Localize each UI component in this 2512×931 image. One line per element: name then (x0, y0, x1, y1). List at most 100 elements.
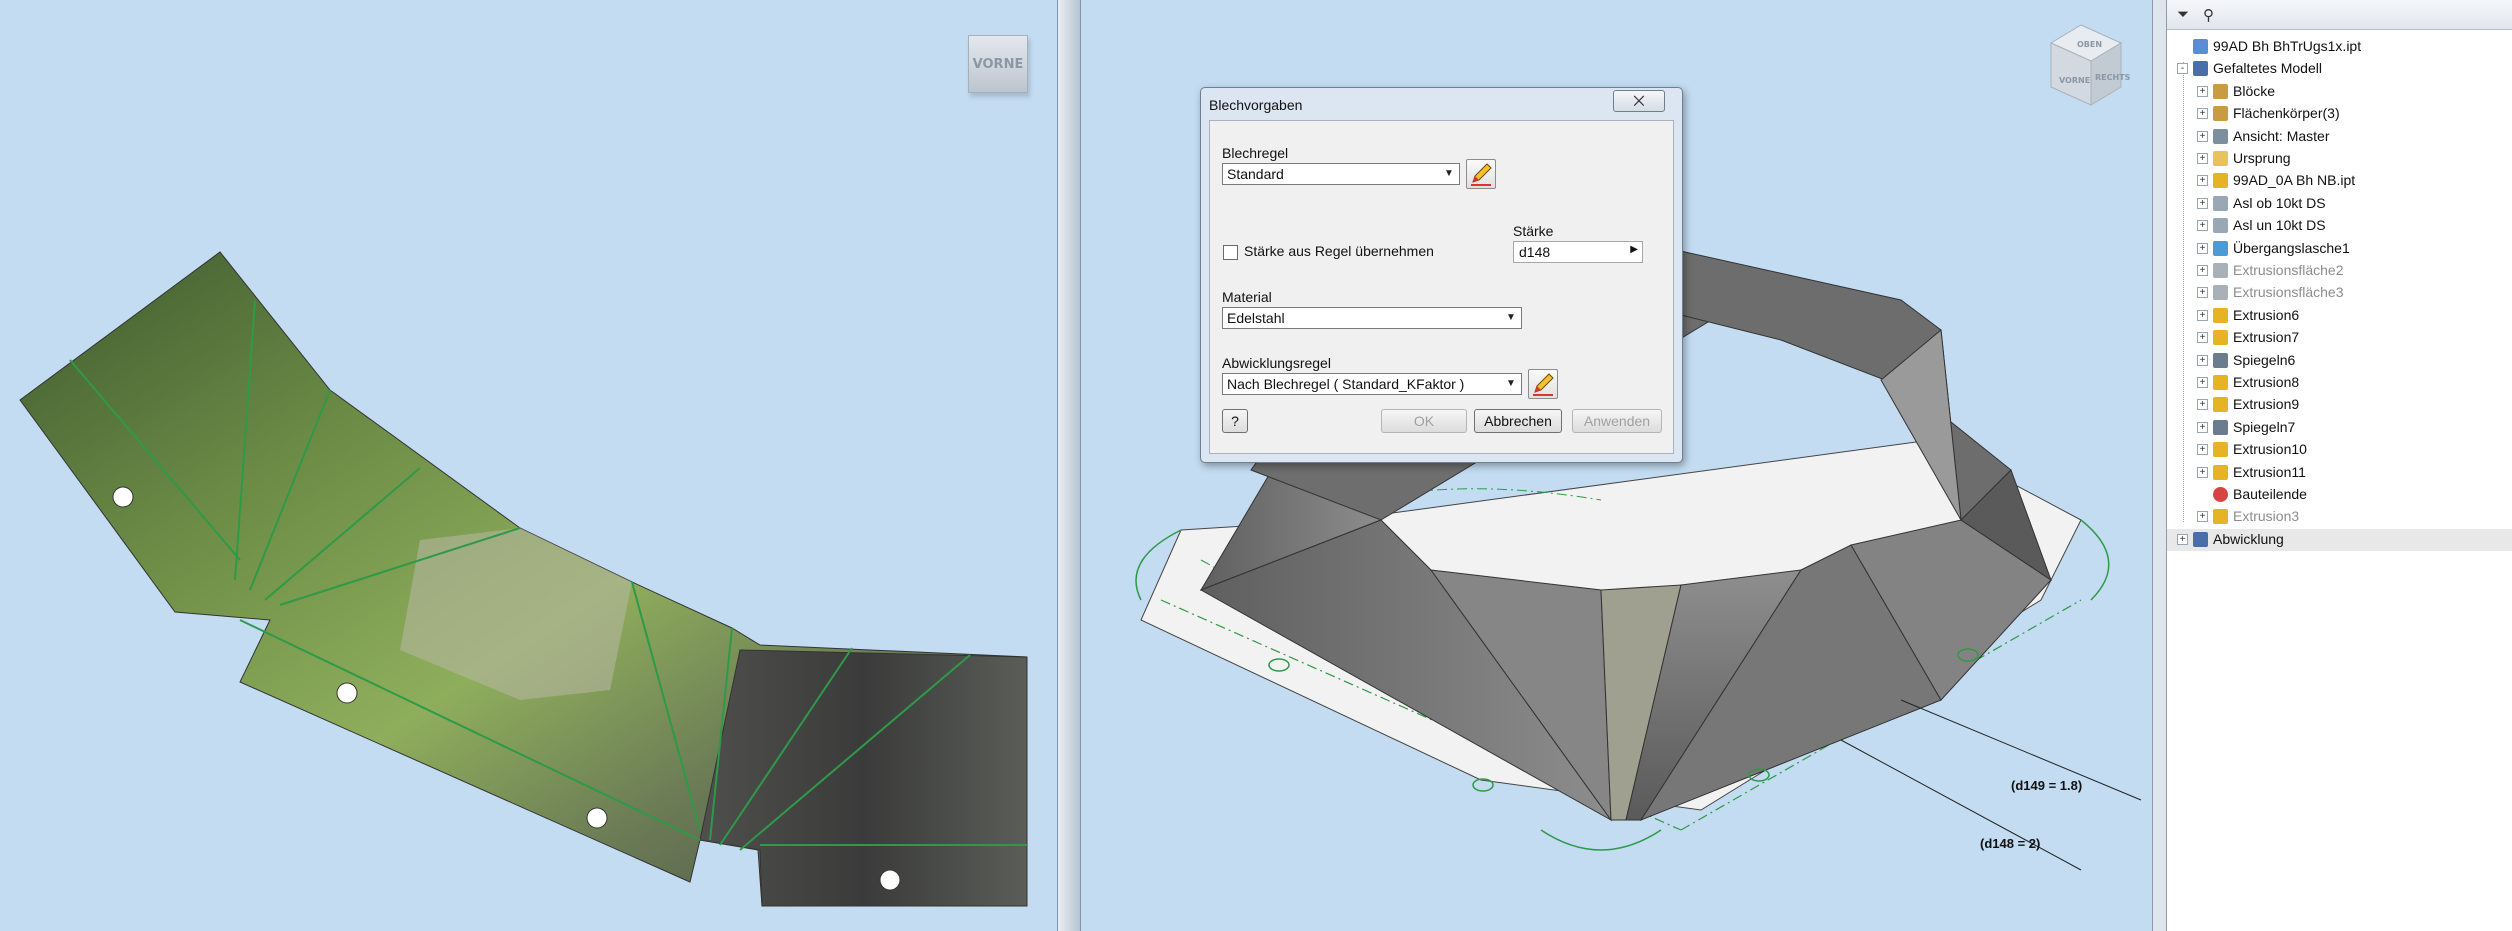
staerke-value: d148 (1519, 244, 1551, 260)
expand-icon[interactable]: + (2197, 309, 2208, 321)
expand-icon[interactable]: + (2197, 287, 2208, 299)
tree-item[interactable]: + Flächenkörper(3) (2167, 103, 2512, 125)
expand-icon[interactable]: + (2197, 85, 2208, 97)
end-of-part-icon (2213, 487, 2228, 502)
expand-icon[interactable]: + (2197, 220, 2208, 232)
staerke-from-rule-label: Stärke aus Regel übernehmen (1244, 243, 1434, 259)
tree-item[interactable]: + Extrusion6 (2167, 305, 2512, 327)
tree-item[interactable]: +99AD_0A Bh NB.ipt (2167, 170, 2512, 192)
browser-splitter[interactable] (2152, 0, 2166, 931)
surface-bodies-icon (2213, 106, 2228, 122)
chevron-down-icon: ▼ (1506, 312, 1516, 323)
tree-item-label: Extrusion10 (2233, 441, 2307, 458)
tree-item[interactable]: Bauteilende (2167, 484, 2512, 506)
tree-item[interactable]: + Blöcke (2167, 81, 2512, 103)
tree-item[interactable]: + Extrusionsfläche3 (2167, 282, 2512, 304)
material-value: Edelstahl (1227, 310, 1285, 326)
cancel-button[interactable]: Abbrechen (1474, 409, 1562, 433)
staerke-field[interactable]: d148 ▶ (1513, 241, 1643, 263)
tree-item[interactable]: + Asl ob 10kt DS (2167, 193, 2512, 215)
abwicklungsregel-select[interactable]: Nach Blechregel ( Standard_KFaktor ) ▼ (1222, 373, 1522, 395)
flat-pattern-drawing (19, 251, 1028, 907)
viewcube-3d: OBEN VORNE RECHTS (2049, 24, 2131, 106)
sketch-icon (2213, 195, 2228, 211)
material-select[interactable]: Edelstahl ▼ (1222, 307, 1522, 329)
expand-icon[interactable]: + (2197, 377, 2208, 388)
edit-rule-button[interactable] (1466, 159, 1496, 189)
tree-item-label: Extrusionsfläche2 (2233, 262, 2344, 278)
help-button[interactable]: ? (1222, 409, 1248, 433)
expand-icon[interactable]: + (2197, 332, 2208, 344)
tree-item[interactable]: + Extrusion9 (2167, 394, 2512, 416)
tree-item[interactable]: + Übergangslasche1 (2167, 238, 2512, 260)
extrusion-icon (2213, 375, 2228, 390)
tree-item[interactable]: + Spiegeln7 (2167, 417, 2512, 439)
tree-item[interactable]: + Asl un 10kt DS (2167, 215, 2512, 237)
pencil-icon (1471, 163, 1492, 186)
expand-icon[interactable]: + (2197, 399, 2208, 411)
tree-item[interactable]: + Ansicht: Master (2167, 126, 2512, 148)
tree-item[interactable]: + Extrusion11 (2167, 462, 2512, 484)
extrusion-icon (2213, 330, 2228, 346)
staerke-label: Stärke (1513, 223, 1554, 239)
tree-item-label: Flächenkörper(3) (2233, 105, 2340, 122)
expand-icon[interactable]: + (2197, 108, 2208, 120)
expand-icon[interactable]: + (2197, 421, 2208, 433)
blechregel-value: Standard (1227, 166, 1284, 182)
model-browser: ⏷ ⚲ 99AD Bh BhTrUgs1x.ipt - Gefaltetes Mod… (2166, 0, 2512, 931)
expand-icon[interactable]: + (2197, 265, 2208, 276)
tree-item[interactable]: + Abwicklung (2167, 528, 2512, 551)
extrude-surface-icon (2213, 285, 2228, 301)
tree-item-label: Übergangslasche1 (2233, 239, 2350, 256)
find-icon[interactable]: ⚲ (2203, 6, 2214, 24)
flat-pattern-shape (19, 251, 1028, 907)
collapse-icon[interactable]: - (2177, 63, 2188, 75)
tree-item[interactable]: + Spiegeln6 (2167, 350, 2512, 372)
tree-item[interactable]: + Extrusionsfläche2 (2167, 260, 2512, 282)
staerke-from-rule-checkbox[interactable] (1223, 245, 1238, 260)
expand-icon[interactable]: + (2197, 354, 2208, 366)
tree-item-label: Extrusionsfläche3 (2233, 284, 2344, 301)
chevron-down-icon: ▼ (1444, 168, 1454, 179)
tree-item[interactable]: + Ursprung (2167, 148, 2512, 170)
tree-item[interactable]: + Extrusion8 (2167, 372, 2512, 394)
tree-item-label: Extrusion7 (2233, 329, 2300, 346)
viewport-splitter[interactable] (1058, 0, 1080, 931)
expand-icon[interactable]: + (2197, 511, 2208, 523)
viewcube[interactable]: VORNE (968, 35, 1028, 93)
tree-item[interactable]: + Extrusion3 (2167, 506, 2512, 528)
tree-item[interactable]: + Extrusion10 (2167, 439, 2512, 461)
tree-item-label: Extrusion8 (2233, 374, 2300, 390)
expand-icon[interactable]: + (2197, 444, 2208, 456)
expand-icon[interactable]: + (2177, 533, 2188, 545)
expand-icon[interactable]: + (2197, 175, 2208, 187)
expand-icon[interactable]: + (2197, 197, 2208, 209)
tree-item[interactable]: + Extrusion7 (2167, 327, 2512, 349)
flat-pattern-viewport[interactable]: VORNE (0, 0, 1058, 931)
close-icon[interactable]: ⨉ (1613, 90, 1665, 112)
tree-item-label: Ansicht: Master (2233, 127, 2330, 144)
ok-button[interactable]: OK (1381, 409, 1467, 433)
extrude-surface-icon (2213, 263, 2228, 278)
tree-item-label: Asl un 10kt DS (2233, 217, 2326, 234)
expand-icon[interactable]: + (2197, 242, 2208, 254)
tree-item[interactable]: - Gefaltetes Modell (2167, 58, 2512, 80)
sketch-icon (2213, 218, 2228, 234)
extrusion-icon (2213, 509, 2228, 525)
chevron-right-icon: ▶ (1630, 244, 1638, 255)
abwicklungsregel-label: Abwicklungsregel (1222, 355, 1331, 371)
apply-button[interactable]: Anwenden (1572, 409, 1662, 433)
expand-icon[interactable]: + (2197, 130, 2208, 142)
edit-unfold-rule-button[interactable] (1528, 369, 1558, 399)
pencil-icon (1533, 373, 1554, 396)
filter-icon[interactable]: ⏷ (2177, 6, 2189, 23)
expand-icon[interactable]: + (2197, 466, 2208, 478)
folder-icon (2213, 151, 2228, 166)
expand-icon[interactable]: + (2197, 153, 2208, 164)
blechregel-label: Blechregel (1222, 145, 1289, 161)
viewcube-right-label: RECHTS (2095, 73, 2131, 82)
tree-item[interactable]: 99AD Bh BhTrUgs1x.ipt (2167, 36, 2512, 58)
blechregel-select[interactable]: Standard ▼ (1222, 163, 1460, 185)
tree-item-label: Gefaltetes Modell (2213, 60, 2322, 77)
sheet-metal-defaults-dialog: Blechvorgaben ⨉ Blechregel Standard ▼ St… (1200, 87, 1683, 463)
